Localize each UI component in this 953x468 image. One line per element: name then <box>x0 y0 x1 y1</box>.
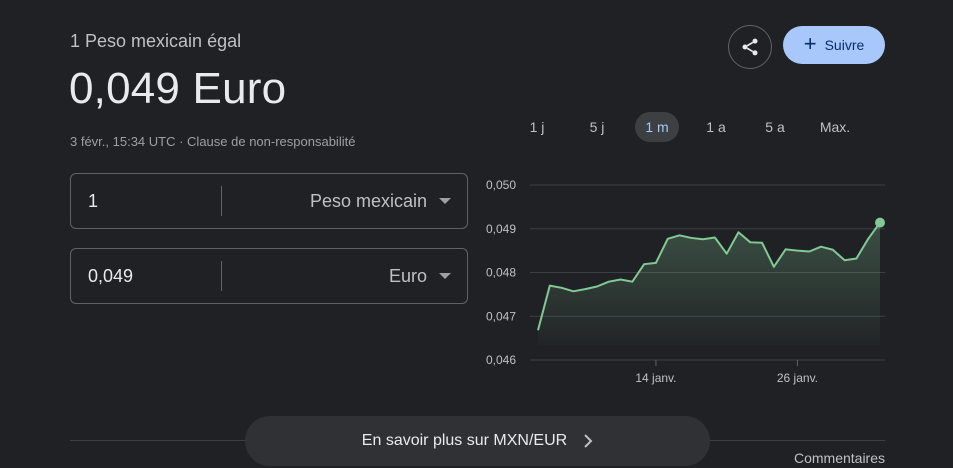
tab-1-year[interactable]: 1 a <box>694 112 738 142</box>
tab-1-day[interactable]: 1 j <box>515 112 559 142</box>
y-tick-label: 0,046 <box>486 353 516 367</box>
to-currency-box: Euro <box>70 248 468 304</box>
feedback-link[interactable]: Commentaires <box>794 450 885 466</box>
tab-5-years[interactable]: 5 a <box>753 112 797 142</box>
chevron-down-icon[interactable] <box>439 273 451 279</box>
divider <box>221 186 222 216</box>
area-fill <box>538 222 880 345</box>
learn-more-button[interactable]: En savoir plus sur MXN/EUR <box>245 416 710 466</box>
from-currency-select[interactable]: Peso mexicain <box>310 174 427 228</box>
follow-button[interactable]: + Suivre <box>783 26 885 64</box>
follow-label: Suivre <box>824 37 865 53</box>
from-amount-input[interactable] <box>88 174 208 228</box>
conversion-result: 0,049 Euro <box>69 64 287 113</box>
x-tick-label: 14 janv. <box>635 371 676 385</box>
chevron-right-icon <box>584 434 593 448</box>
tab-max[interactable]: Max. <box>813 112 857 142</box>
y-tick-label: 0,048 <box>486 266 516 280</box>
timestamp-line: 3 févr., 15:34 UTC · Clause de non-respo… <box>70 134 355 149</box>
from-currency-box: Peso mexicain <box>70 173 468 229</box>
disclaimer-link[interactable]: Clause de non-responsabilité <box>187 134 355 149</box>
to-amount-input[interactable] <box>88 249 208 303</box>
latest-point <box>875 217 885 228</box>
y-tick-label: 0,049 <box>486 222 516 236</box>
timestamp: 3 févr., 15:34 UTC · <box>70 134 188 149</box>
share-button[interactable] <box>728 25 772 69</box>
share-icon <box>742 38 758 56</box>
y-tick-label: 0,047 <box>486 309 516 323</box>
currency-converter-card: 1 Peso mexicain égal 0,049 Euro 3 févr.,… <box>0 0 953 468</box>
to-currency-select[interactable]: Euro <box>389 249 427 303</box>
divider <box>221 261 222 291</box>
exchange-rate-chart[interactable]: 0,050 0,049 0,048 0,047 0,046 14 janv. 26 janv… <box>480 170 890 390</box>
x-tick-label: 26 janv. <box>777 371 818 385</box>
conversion-subtitle: 1 Peso mexicain égal <box>70 31 242 51</box>
tab-5-days[interactable]: 5 j <box>575 112 619 142</box>
learn-more-label: En savoir plus sur MXN/EUR <box>361 432 568 449</box>
y-tick-label: 0,050 <box>486 178 516 192</box>
tab-1-month[interactable]: 1 m <box>635 112 679 142</box>
plus-icon: + <box>803 31 817 56</box>
chevron-down-icon[interactable] <box>439 198 451 204</box>
